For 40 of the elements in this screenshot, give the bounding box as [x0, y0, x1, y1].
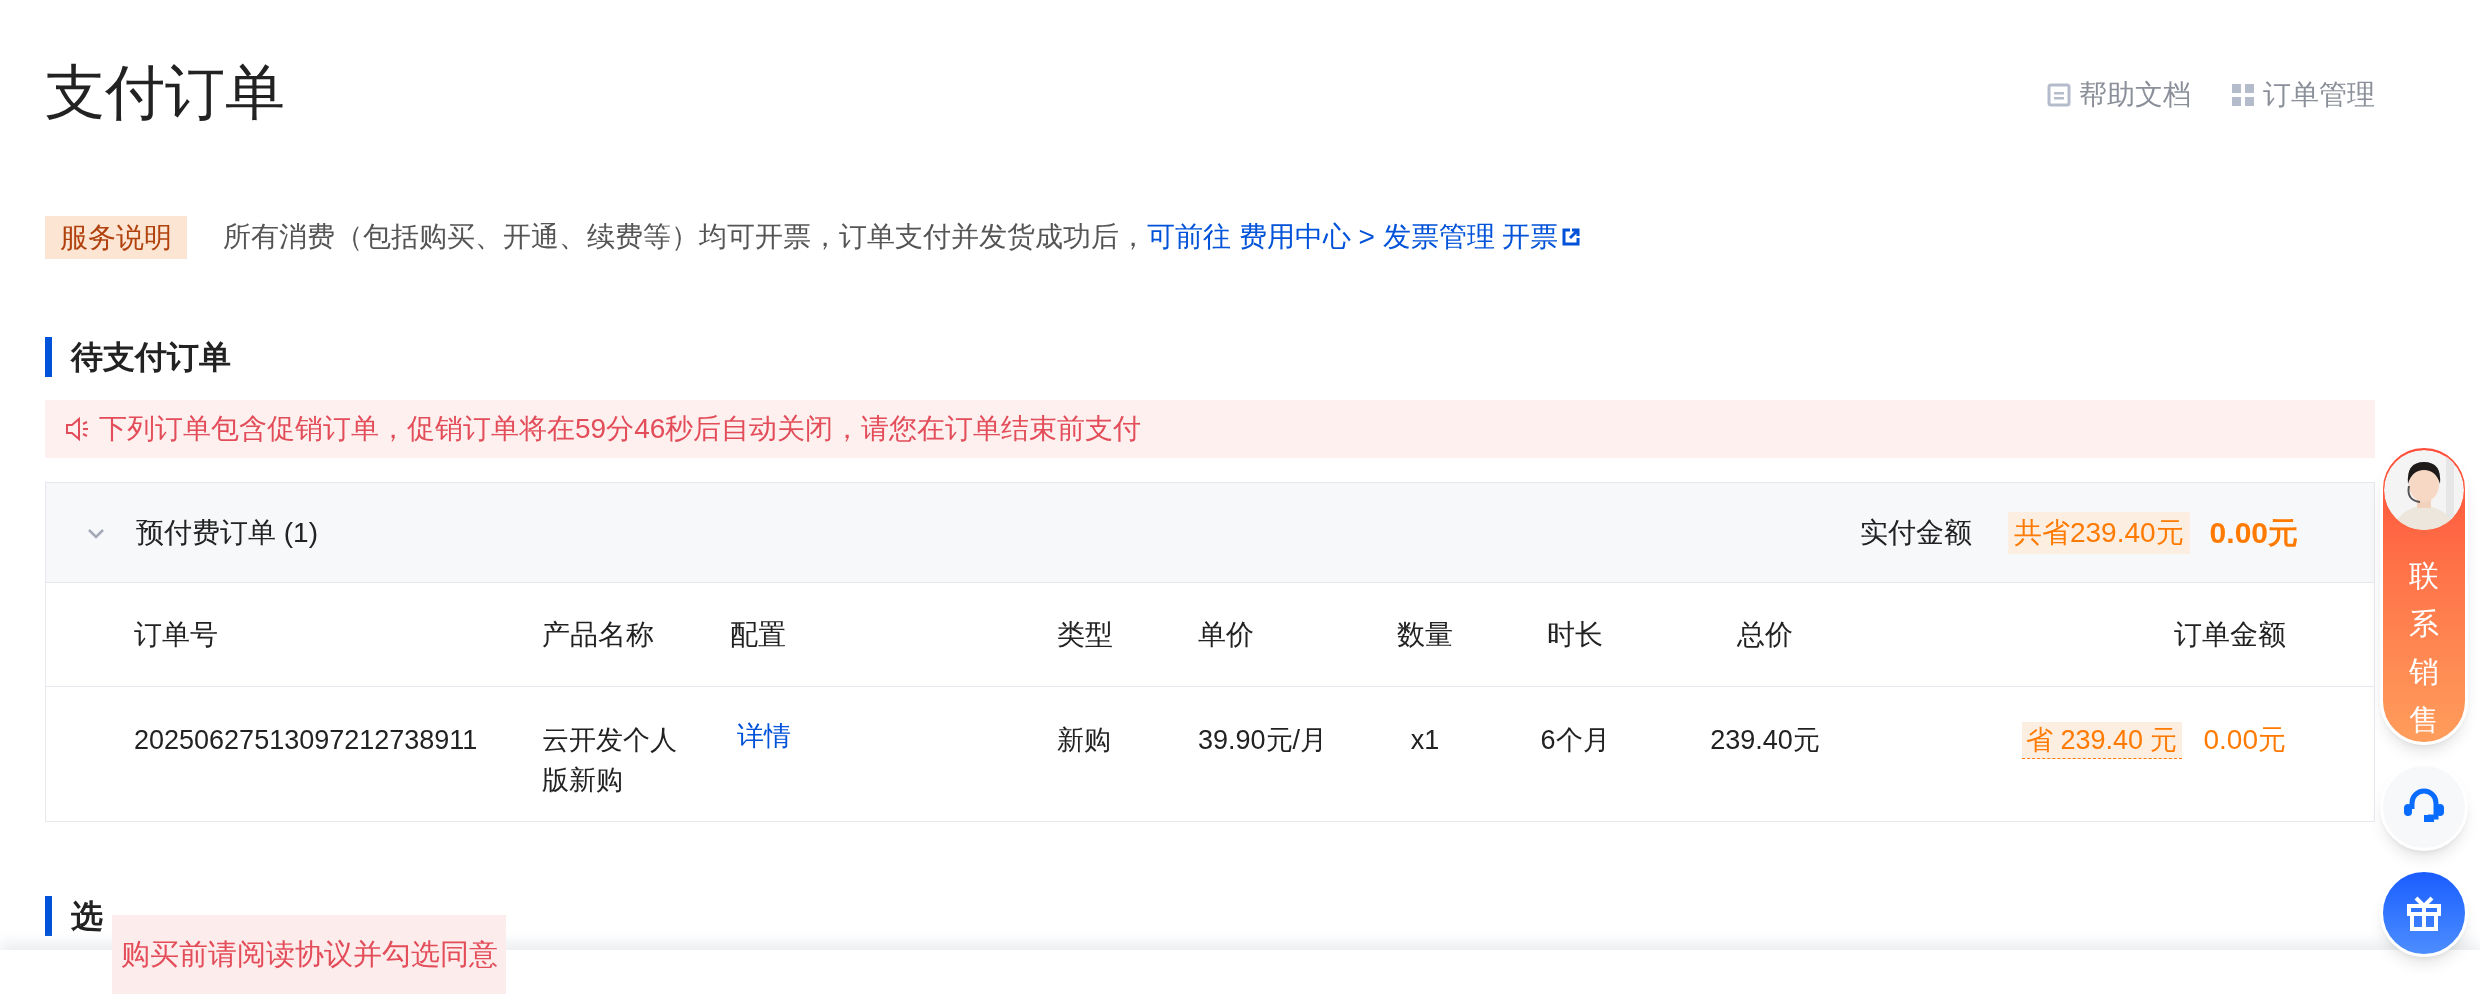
column-header: 订单金额: [2173, 617, 2286, 652]
paid-amount: 0.00元: [2209, 515, 2298, 551]
order-group-header[interactable]: 预付费订单 (1) 实付金额 共省239.40元 0.00元: [46, 483, 2374, 583]
quantity: x1: [1409, 724, 1441, 757]
service-note: 所有消费（包括购买、开通、续费等）均可开票，订单支付并发货成功后，: [223, 220, 1147, 254]
duration: 6个月: [1539, 724, 1611, 757]
speaker-icon: [65, 416, 91, 442]
gift-icon: [2406, 894, 2442, 932]
total-saving-tag: 共省239.40元: [2007, 511, 2190, 554]
grid-icon: [2231, 83, 2255, 107]
order-group-name: 预付费订单 (1): [136, 515, 318, 550]
column-header: 类型: [1057, 617, 1114, 652]
saving-tag: 省 239.40 元: [2021, 721, 2182, 759]
column-header: 时长: [1546, 617, 1604, 652]
toast: 购买前请阅读协议并勾选同意: [112, 915, 506, 994]
section-marker: [45, 337, 52, 377]
document-icon: [2047, 83, 2071, 107]
invoice-link[interactable]: 可前往 费用中心 > 发票管理 开票: [1147, 216, 1581, 258]
order-number: 20250627513097212738911: [134, 724, 479, 757]
column-header: 订单号: [134, 617, 219, 652]
column-header: 数量: [1396, 617, 1454, 652]
unit-price: 39.90元/月: [1198, 724, 1329, 757]
column-header: 单价: [1198, 617, 1255, 652]
service-tag: 服务说明: [45, 215, 187, 259]
total-price: 239.40元: [1709, 724, 1821, 757]
order-type: 新购: [1057, 724, 1112, 757]
column-header: 总价: [1736, 617, 1794, 652]
section-marker: [45, 896, 52, 936]
column-header: 产品名称: [542, 617, 655, 652]
external-link-icon: [1562, 228, 1581, 246]
section-title: 待支付订单: [71, 338, 231, 377]
details-link[interactable]: 详情: [737, 716, 791, 756]
column-header: 配置: [730, 617, 787, 652]
promo-alert-text: 下列订单包含促销订单，促销订单将在59分46秒后自动关闭，请您在订单结束前支付: [99, 412, 1142, 446]
page-title: 支付订单: [45, 62, 285, 123]
order-amount: 0.00元: [2203, 723, 2286, 757]
paid-amount-label: 实付金额: [1859, 515, 1972, 550]
contact-sales-label: 联系销售: [2409, 558, 2439, 738]
product-name: 云开发个人版新购: [542, 724, 678, 797]
section-title: 选: [71, 897, 103, 936]
